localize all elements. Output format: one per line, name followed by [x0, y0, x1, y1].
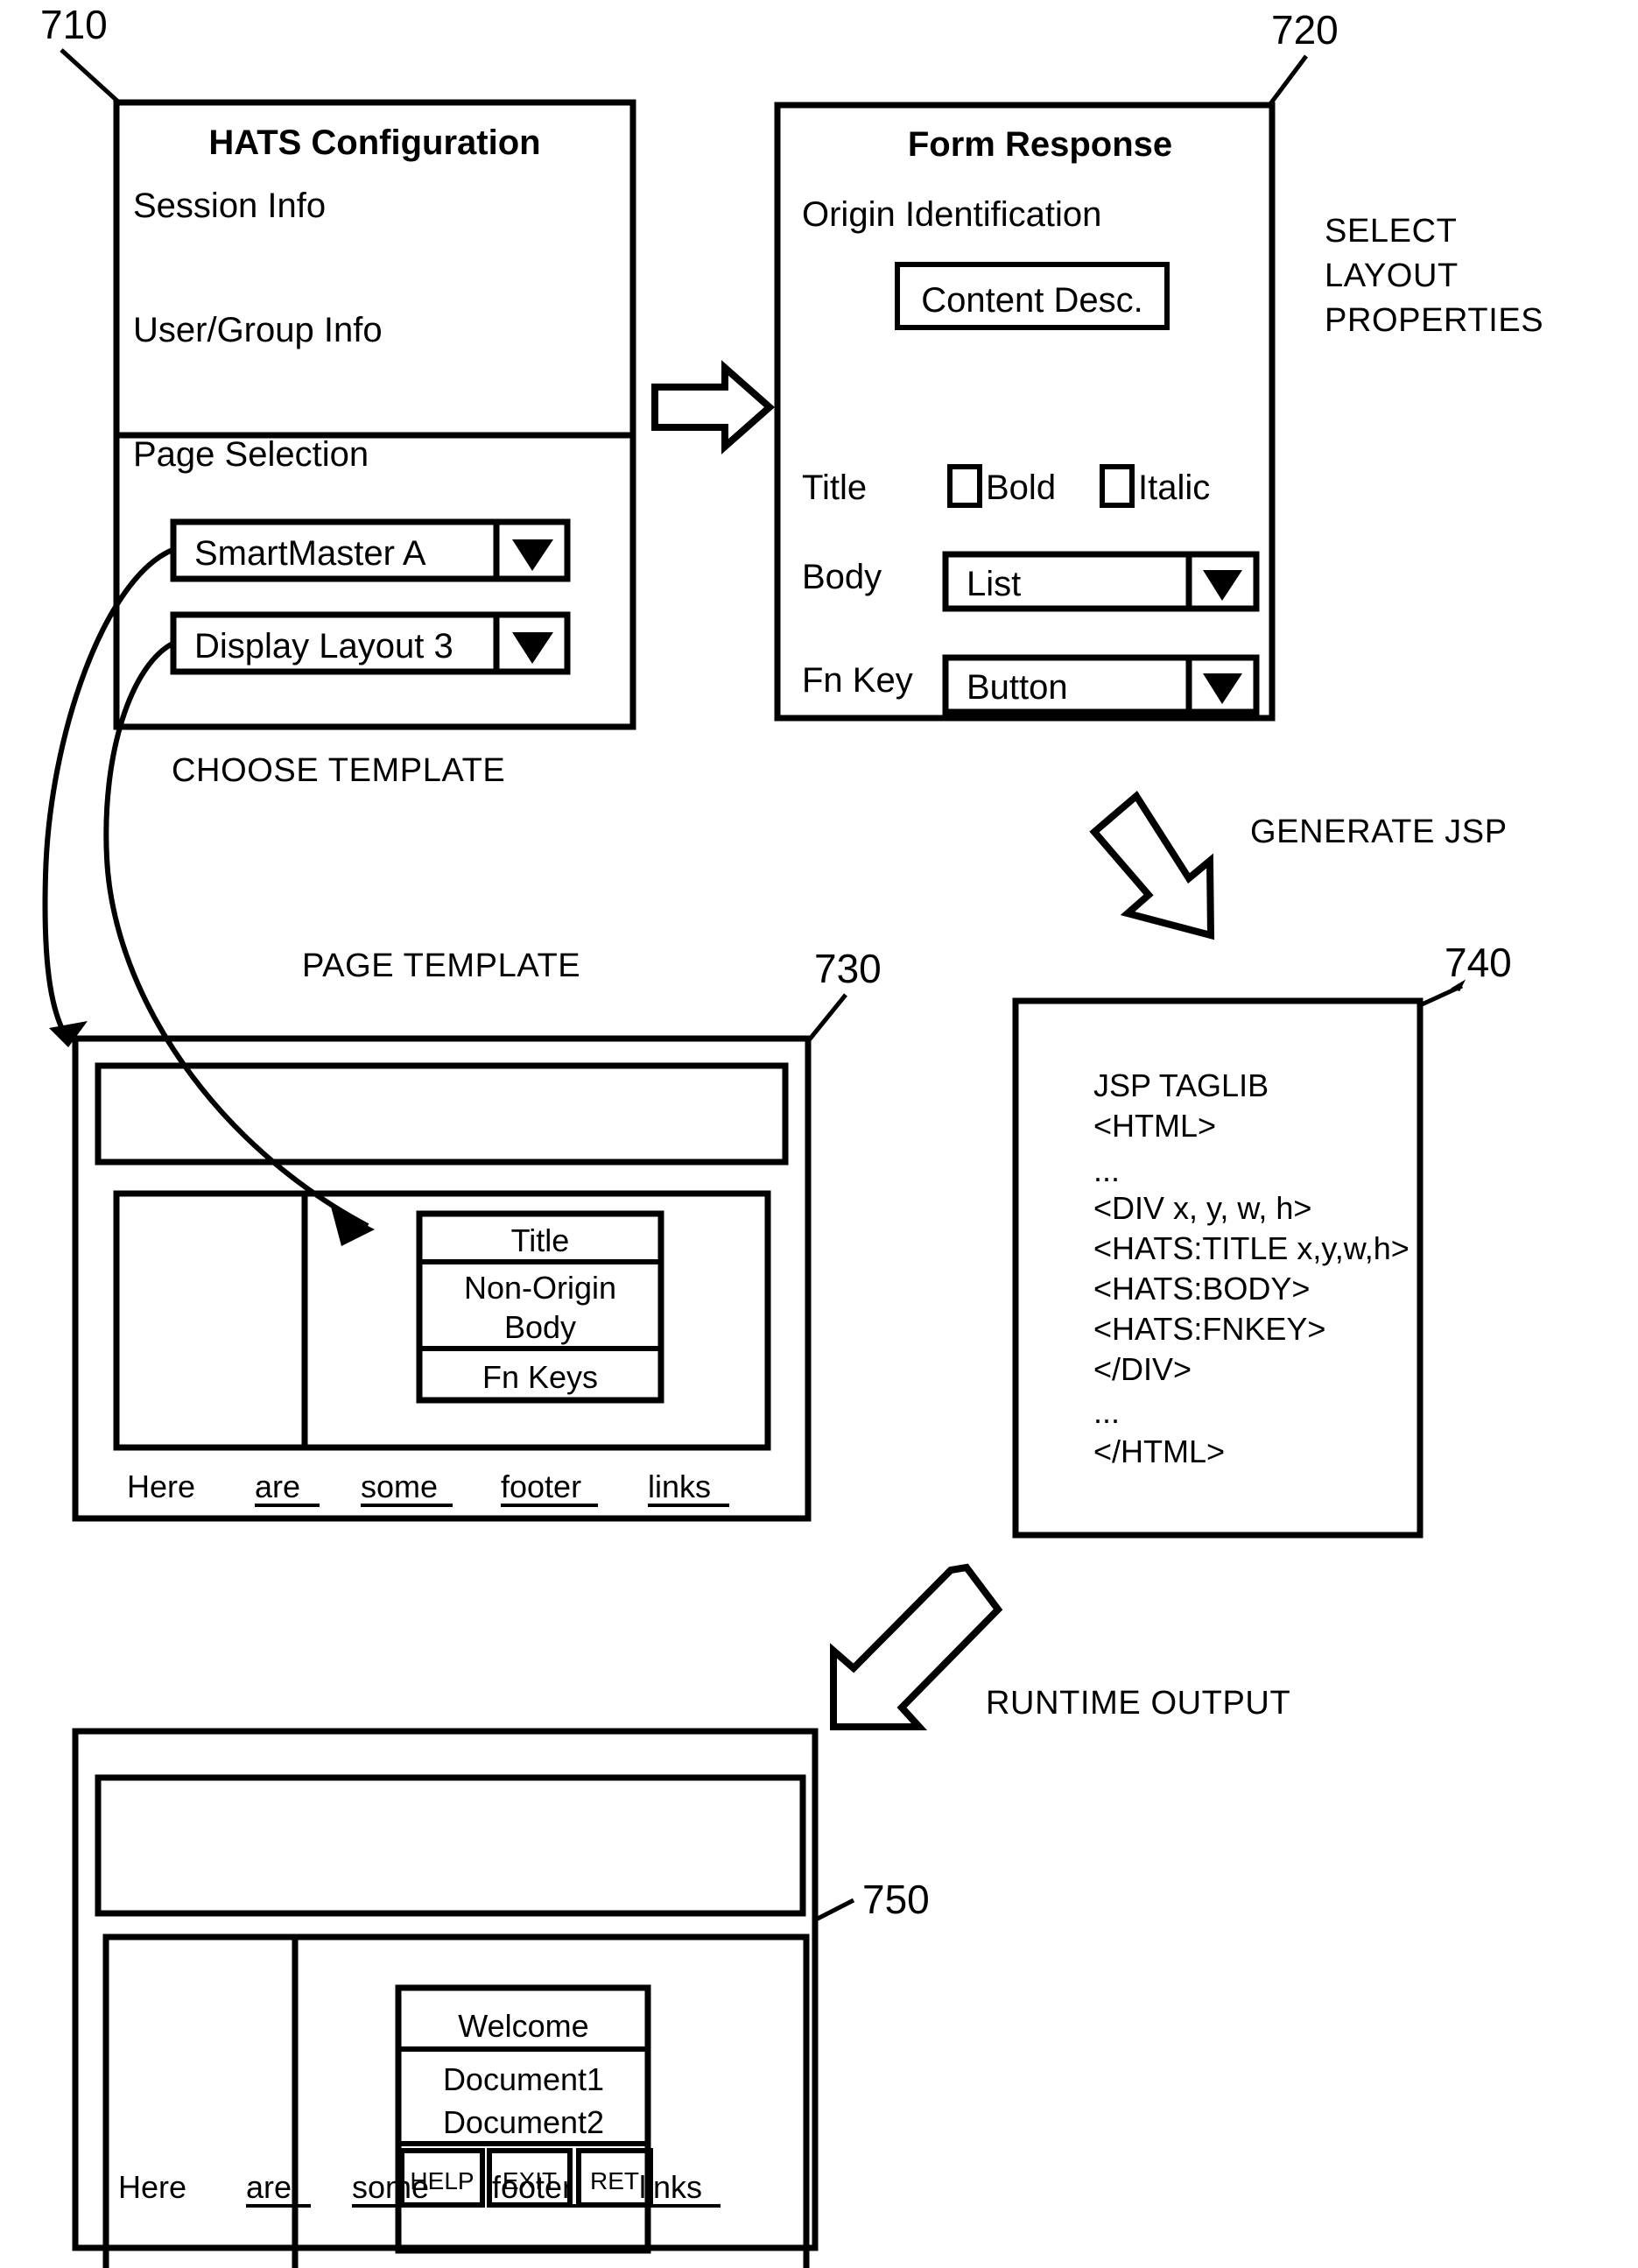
chevron-down-icon[interactable]: [512, 539, 553, 571]
template-body-region: [113, 1190, 771, 1451]
template-footer-link-1[interactable]: are: [255, 1469, 300, 1504]
runtime-footer-link-0[interactable]: Here: [118, 2169, 186, 2205]
jsp-code-line-9: </HTML>: [1093, 1433, 1225, 1469]
template-content-panel: Title Non-Origin Body Fn Keys: [416, 1210, 664, 1404]
ref-710-label: 710: [40, 2, 108, 47]
page-template-caption: PAGE TEMPLATE: [302, 947, 580, 984]
ref-730-group: 730: [806, 946, 882, 1043]
runtime-footer-link-2[interactable]: some: [352, 2169, 429, 2205]
content-desc-button[interactable]: Content Desc.: [895, 262, 1170, 330]
origin-identification-label: Origin Identification: [802, 195, 1101, 234]
patent-figure: 710 HATS Configuration Session Info User…: [0, 0, 1638, 2268]
runtime-footer-link-4[interactable]: links: [639, 2169, 702, 2205]
runtime-body-cell-line-1: Document1: [443, 2061, 604, 2097]
ref-750-label: 750: [862, 1877, 930, 1922]
italic-checkbox[interactable]: [1100, 464, 1135, 508]
template-body-cell-line-2: Body: [504, 1309, 576, 1345]
template-footer-links: Here are some footer links: [127, 1469, 729, 1507]
form-response-panel: Form Response Origin Identification Cont…: [774, 102, 1276, 722]
chevron-down-icon[interactable]: [1203, 673, 1242, 704]
fnkey-row-label: Fn Key: [802, 661, 913, 700]
fnkey-row: Fn Key Button: [802, 654, 1260, 715]
sidebar-item-page-selection[interactable]: Page Selection: [133, 435, 369, 474]
select-layout-properties-line-2: LAYOUT: [1325, 257, 1459, 294]
smartmaster-dropdown-value: SmartMaster A: [194, 534, 426, 573]
sidebar-item-session-info[interactable]: Session Info: [133, 187, 326, 225]
body-row: Body List: [802, 551, 1260, 612]
select-layout-properties-caption: SELECT LAYOUT PROPERTIES: [1325, 213, 1543, 339]
runtime-header-region: [95, 1774, 806, 1917]
template-header-region: [95, 1062, 789, 1166]
hats-configuration-panel: HATS Configuration Session Info User/Gro…: [113, 99, 636, 474]
template-footer-link-3[interactable]: footer: [501, 1469, 581, 1504]
template-footer-link-4[interactable]: links: [648, 1469, 711, 1504]
template-body-cell-line-1: Non-Origin: [464, 1270, 616, 1306]
flow-arrow-runtime-output: [830, 1563, 1003, 1730]
jsp-code-line-6: <HATS:FNKEY>: [1093, 1311, 1325, 1347]
runtime-fnkey-ret-label: RET: [590, 2167, 639, 2194]
runtime-footer-link-3[interactable]: footer: [492, 2169, 573, 2205]
runtime-content-panel: Welcome Document1 Document2 HELP EXIT RE…: [395, 1984, 653, 2254]
body-row-label: Body: [802, 558, 882, 596]
display-layout-dropdown[interactable]: Display Layout 3: [170, 611, 571, 675]
runtime-output-mock: Welcome Document1 Document2 HELP EXIT RE…: [72, 1728, 819, 2268]
ref-740-label: 740: [1445, 940, 1512, 985]
ref-720-label: 720: [1271, 7, 1339, 53]
jsp-code-line-2: ...: [1093, 1152, 1120, 1188]
bold-checkbox-label: Bold: [986, 468, 1056, 507]
ref-740-group: 740: [1418, 940, 1512, 1008]
body-dropdown-value: List: [967, 565, 1021, 603]
bold-checkbox[interactable]: [947, 464, 982, 508]
generate-jsp-caption: GENERATE JSP: [1250, 814, 1508, 850]
page-template-mock: Title Non-Origin Body Fn Keys Here are s…: [72, 1035, 812, 1522]
jsp-code-line-4: <HATS:TITLE x,y,w,h>: [1093, 1230, 1410, 1266]
runtime-output-caption: RUNTIME OUTPUT: [986, 1685, 1290, 1722]
smartmaster-dropdown[interactable]: SmartMaster A: [170, 518, 571, 582]
select-layout-properties-line-1: SELECT: [1325, 213, 1457, 250]
fnkey-dropdown-value: Button: [967, 668, 1068, 707]
title-row-label: Title: [802, 468, 867, 507]
jsp-code-line-8: ...: [1093, 1394, 1120, 1430]
select-layout-properties-line-3: PROPERTIES: [1325, 302, 1543, 339]
ref-730-label: 730: [814, 946, 882, 991]
sidebar-item-user-group-info[interactable]: User/Group Info: [133, 311, 383, 349]
choose-template-caption: CHOOSE TEMPLATE: [172, 752, 505, 789]
display-layout-dropdown-value: Display Layout 3: [194, 627, 453, 666]
chevron-down-icon[interactable]: [512, 632, 553, 664]
ref-750-group: 750: [814, 1877, 930, 1922]
flow-arrow-generate-jsp: [1089, 790, 1215, 940]
ref-720-group: 720: [1268, 7, 1339, 107]
hats-configuration-title: HATS Configuration: [208, 123, 540, 162]
title-style-row: Title Bold Italic: [802, 464, 1210, 508]
template-footer-link-2[interactable]: some: [361, 1469, 438, 1504]
runtime-footer-link-1[interactable]: are: [246, 2169, 292, 2205]
jsp-code-line-7: </DIV>: [1093, 1351, 1192, 1387]
body-dropdown[interactable]: List: [942, 551, 1260, 612]
jsp-code-line-0: JSP TAGLIB: [1093, 1067, 1269, 1103]
template-footer-link-0[interactable]: Here: [127, 1469, 195, 1504]
flow-arrow-right: [651, 360, 776, 454]
form-response-title: Form Response: [908, 125, 1172, 164]
jsp-code-line-1: <HTML>: [1093, 1108, 1216, 1144]
fnkey-dropdown[interactable]: Button: [942, 654, 1260, 715]
ref-710-group: 710: [40, 2, 121, 104]
runtime-title-cell: Welcome: [458, 2008, 588, 2044]
italic-checkbox-label: Italic: [1138, 468, 1210, 507]
content-desc-button-label: Content Desc.: [921, 281, 1142, 320]
jsp-code-line-5: <HATS:BODY>: [1093, 1271, 1310, 1307]
jsp-code-panel: JSP TAGLIB <HTML> ... <DIV x, y, w, h> <…: [1012, 997, 1424, 1539]
template-fnkeys-cell: Fn Keys: [482, 1359, 598, 1395]
chevron-down-icon[interactable]: [1203, 570, 1242, 601]
jsp-code-line-3: <DIV x, y, w, h>: [1093, 1190, 1311, 1226]
template-title-cell: Title: [511, 1222, 570, 1258]
curve-displaylayout-to-title: [103, 641, 375, 1246]
runtime-body-cell-line-2: Document2: [443, 2104, 604, 2140]
